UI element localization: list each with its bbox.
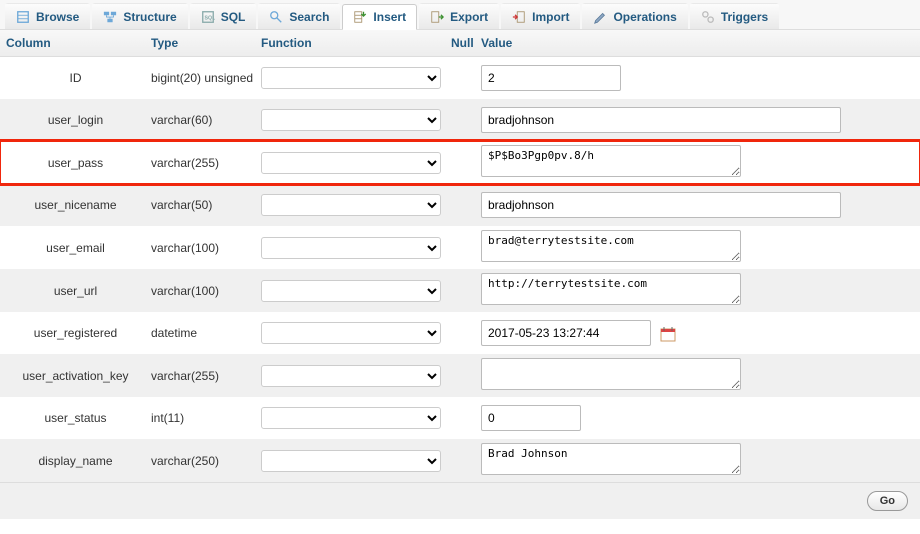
value-textarea[interactable] [481, 230, 741, 262]
tab-label: Operations [613, 10, 676, 24]
tab-export[interactable]: Export [419, 3, 499, 29]
column-name: user_activation_key [6, 369, 151, 383]
import-icon [512, 10, 526, 24]
column-name: user_pass [6, 156, 151, 170]
column-type: varchar(60) [151, 113, 261, 127]
tab-bar: Browse Structure SQL SQL Search Insert E… [0, 0, 920, 30]
column-type: varchar(250) [151, 454, 261, 468]
column-name: user_registered [6, 326, 151, 340]
row-user-activation-key: user_activation_key varchar(255) [0, 354, 920, 397]
tab-label: Structure [123, 10, 176, 24]
structure-icon [103, 10, 117, 24]
column-name: user_url [6, 284, 151, 298]
export-icon [430, 10, 444, 24]
tab-label: SQL [221, 10, 246, 24]
row-user-status: user_status int(11) [0, 397, 920, 439]
tab-label: Search [289, 10, 329, 24]
value-textarea[interactable] [481, 443, 741, 475]
header-column: Column [6, 36, 151, 50]
sql-icon: SQL [201, 10, 215, 24]
tab-import[interactable]: Import [501, 3, 580, 29]
row-user-pass: user_pass varchar(255) [0, 141, 920, 184]
tab-sql[interactable]: SQL SQL [190, 3, 257, 29]
function-select[interactable] [261, 67, 441, 89]
tab-browse[interactable]: Browse [5, 3, 90, 29]
tab-label: Browse [36, 10, 79, 24]
function-select[interactable] [261, 365, 441, 387]
function-select[interactable] [261, 152, 441, 174]
function-select[interactable] [261, 237, 441, 259]
column-name: user_status [6, 411, 151, 425]
header-null: Null [451, 36, 481, 50]
column-type: varchar(100) [151, 241, 261, 255]
column-name: user_nicename [6, 198, 151, 212]
value-input[interactable] [481, 320, 651, 346]
column-name: ID [6, 71, 151, 85]
tab-label: Insert [373, 10, 406, 24]
search-icon [269, 10, 283, 24]
tab-label: Export [450, 10, 488, 24]
tab-triggers[interactable]: Triggers [690, 3, 779, 29]
footer: Go [0, 482, 920, 519]
browse-icon [16, 10, 30, 24]
row-user-registered: user_registered datetime [0, 312, 920, 354]
column-type: varchar(255) [151, 369, 261, 383]
function-select[interactable] [261, 407, 441, 429]
row-user-login: user_login varchar(60) [0, 99, 920, 141]
triggers-icon [701, 10, 715, 24]
column-type: datetime [151, 326, 261, 340]
insert-form: Column Type Function Null Value ID bigin… [0, 30, 920, 519]
row-display-name: display_name varchar(250) [0, 439, 920, 482]
column-name: user_login [6, 113, 151, 127]
tab-structure[interactable]: Structure [92, 3, 187, 29]
row-user-email: user_email varchar(100) [0, 226, 920, 269]
header-function: Function [261, 36, 451, 50]
tab-insert[interactable]: Insert [342, 4, 417, 30]
column-type: varchar(100) [151, 284, 261, 298]
calendar-icon[interactable] [660, 326, 676, 342]
function-select[interactable] [261, 109, 441, 131]
function-select[interactable] [261, 194, 441, 216]
header-type: Type [151, 36, 261, 50]
tab-label: Triggers [721, 10, 768, 24]
insert-icon [353, 10, 367, 24]
operations-icon [593, 10, 607, 24]
function-select[interactable] [261, 322, 441, 344]
value-input[interactable] [481, 405, 581, 431]
svg-text:SQL: SQL [204, 15, 215, 21]
value-input[interactable] [481, 192, 841, 218]
function-select[interactable] [261, 280, 441, 302]
tab-search[interactable]: Search [258, 3, 340, 29]
tab-label: Import [532, 10, 569, 24]
header-value: Value [481, 36, 914, 50]
column-name: user_email [6, 241, 151, 255]
tab-operations[interactable]: Operations [582, 3, 687, 29]
row-id: ID bigint(20) unsigned [0, 57, 920, 99]
column-type: varchar(50) [151, 198, 261, 212]
row-user-nicename: user_nicename varchar(50) [0, 184, 920, 226]
row-user-url: user_url varchar(100) [0, 269, 920, 312]
column-type: int(11) [151, 411, 261, 425]
value-textarea[interactable] [481, 145, 741, 177]
value-textarea[interactable] [481, 273, 741, 305]
value-input[interactable] [481, 65, 621, 91]
header-row: Column Type Function Null Value [0, 30, 920, 57]
column-type: varchar(255) [151, 156, 261, 170]
column-type: bigint(20) unsigned [151, 71, 261, 85]
column-name: display_name [6, 454, 151, 468]
value-input[interactable] [481, 107, 841, 133]
value-textarea[interactable] [481, 358, 741, 390]
function-select[interactable] [261, 450, 441, 472]
go-button[interactable]: Go [867, 491, 908, 511]
